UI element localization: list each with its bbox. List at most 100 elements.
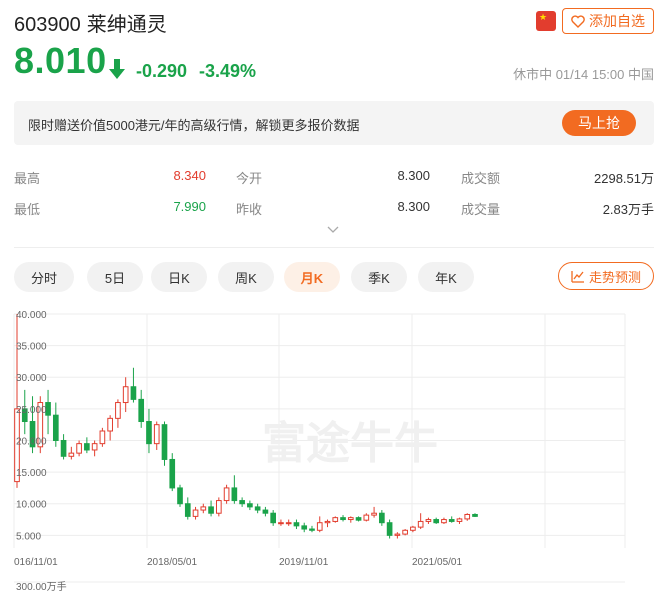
promo-banner: 限时赠送价值5000港元/年的高级行情，解锁更多报价数据 马上抢	[14, 101, 654, 145]
candle-body	[301, 525, 308, 530]
tab-yearly[interactable]: 年K	[418, 262, 474, 292]
candle-body	[293, 522, 300, 527]
candle-body	[192, 509, 199, 517]
candle-body	[99, 430, 106, 445]
candle-body	[332, 517, 339, 522]
candle-body	[115, 402, 121, 419]
candle-body	[208, 506, 214, 514]
candle-body	[254, 506, 261, 511]
tab-monthly[interactable]: 月K	[284, 262, 340, 292]
china-flag-icon	[536, 11, 556, 31]
candle-body	[433, 519, 440, 524]
trend-forecast-label: 走势预测	[588, 269, 641, 285]
candle-body	[122, 386, 129, 404]
candle-body	[161, 424, 168, 460]
candle-body	[247, 503, 253, 508]
trend-chart-icon	[571, 270, 584, 283]
stock-name: 莱绅通灵	[86, 14, 167, 36]
candle-body	[316, 522, 323, 531]
low-label: 最低	[14, 202, 41, 217]
candle-body	[184, 503, 191, 517]
x-tick-label: 016/11/01	[14, 557, 58, 568]
candle-body	[324, 520, 331, 524]
candle-body	[138, 398, 145, 423]
candle-body	[169, 458, 176, 489]
candle-body	[146, 421, 152, 445]
y-tick-label: 15.000	[16, 468, 47, 479]
candle-body	[347, 517, 354, 521]
promo-button[interactable]: 马上抢	[562, 110, 636, 136]
candle-body	[76, 443, 82, 454]
y-tick-label: 5.000	[16, 531, 41, 542]
candle-body	[363, 514, 370, 521]
prev-close-label: 昨收	[236, 202, 263, 217]
prev-close-value: 8.300	[397, 199, 430, 214]
stock-code: 603900	[14, 14, 81, 36]
turnover-value: 2298.51万	[594, 171, 654, 186]
x-tick-label: 2018/05/01	[147, 557, 197, 568]
candle-body	[410, 526, 416, 531]
candle-body	[425, 519, 432, 522]
volume-axis-label: 300.00万手	[16, 580, 67, 592]
candle-body	[68, 452, 75, 457]
tab-weekly[interactable]: 周K	[218, 262, 274, 292]
chevron-down-icon[interactable]	[327, 226, 339, 234]
candle-body	[355, 517, 362, 521]
market-status: 休市中 01/14 15:00 中国	[513, 67, 654, 82]
candle-body	[200, 506, 207, 511]
candle-body	[441, 519, 447, 524]
candle-body	[262, 509, 269, 514]
trend-forecast-button[interactable]: 走势预测	[558, 262, 654, 290]
candle-body	[231, 487, 238, 502]
tab-quarterly[interactable]: 季K	[351, 262, 407, 292]
candle-body	[239, 500, 245, 505]
candle-body	[107, 417, 113, 432]
add-to-watchlist-button[interactable]: 添加自选	[562, 8, 654, 34]
volume-label: 成交量	[461, 202, 501, 217]
candle-body	[417, 520, 424, 528]
volume-value: 2.83万手	[602, 202, 654, 217]
high-label: 最高	[14, 171, 41, 186]
open-label: 今开	[236, 171, 263, 186]
chart-watermark: 富途牛牛	[262, 418, 438, 469]
candle-body	[177, 487, 183, 505]
candle-body	[402, 529, 408, 535]
candle-body	[456, 518, 463, 522]
y-tick-label: 40.000	[16, 310, 47, 321]
y-tick-label: 30.000	[16, 373, 47, 384]
promo-text: 限时赠送价值5000港元/年的高级行情，解锁更多报价数据	[28, 118, 360, 133]
low-value: 7.990	[173, 199, 206, 214]
tab-daily[interactable]: 日K	[151, 262, 207, 292]
kline-chart[interactable]: 富途牛牛 40.000 35.000 30.000 25.000 20.000 15.00…	[0, 300, 670, 592]
candle-body	[270, 512, 276, 524]
candle-body	[223, 487, 230, 502]
candle-body	[448, 519, 455, 522]
candle-body	[386, 522, 393, 536]
candle-body	[464, 513, 471, 520]
candle-body	[153, 424, 160, 445]
candle-body	[379, 512, 385, 524]
price-change-percent: -3.49%	[199, 61, 257, 81]
tab-fenshi[interactable]: 分时	[14, 262, 74, 292]
add-to-watchlist-label: 添加自选	[589, 13, 645, 29]
y-tick-label: 25.000	[16, 405, 47, 416]
candle-body	[472, 513, 478, 517]
tab-5day[interactable]: 5日	[87, 262, 143, 292]
candle-body	[309, 528, 315, 531]
current-price: 8.010	[14, 40, 107, 81]
y-tick-label: 10.000	[16, 500, 47, 511]
candle-body	[91, 443, 98, 451]
divider	[14, 247, 654, 248]
turnover-label: 成交额	[461, 171, 501, 186]
high-value: 8.340	[173, 168, 206, 183]
price-change: -0.290	[136, 61, 188, 81]
candle-body	[60, 439, 67, 457]
x-axis-labels: 016/11/01 2018/05/01 2019/11/01 2021/05/01	[14, 557, 462, 568]
stock-header: 603900 莱绅通灵	[14, 8, 173, 37]
candle-body	[371, 512, 377, 516]
candle-body	[278, 522, 284, 525]
open-value: 8.300	[397, 168, 430, 183]
candle-body	[130, 386, 137, 400]
candle-body	[84, 443, 90, 451]
heart-icon	[571, 14, 585, 28]
